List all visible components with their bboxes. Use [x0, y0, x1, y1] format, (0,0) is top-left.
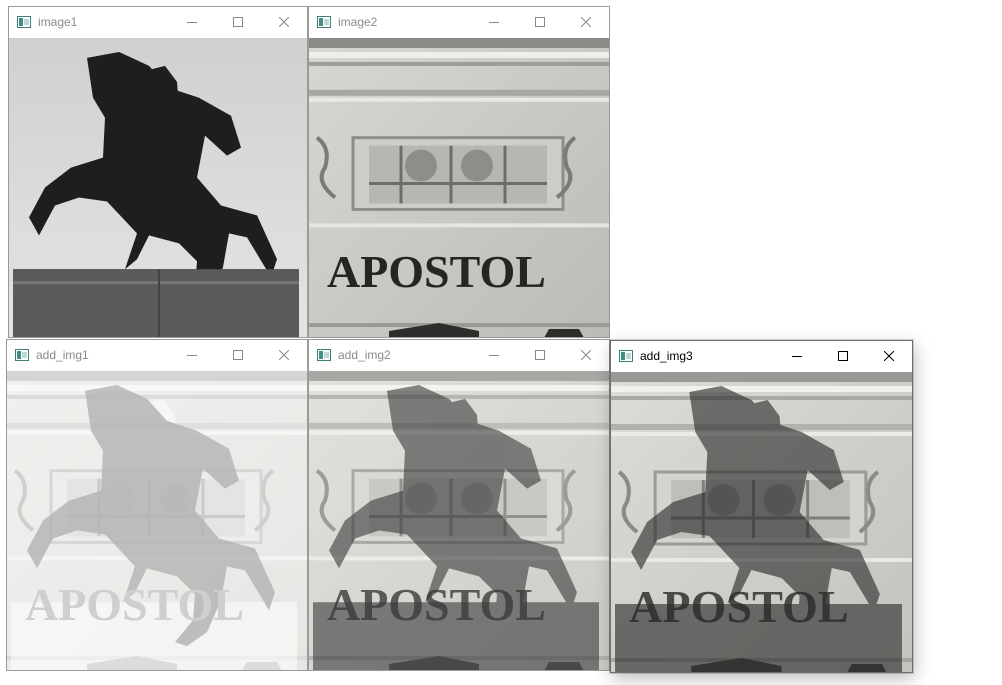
- maximize-button[interactable]: [215, 7, 261, 37]
- image-canvas: APOSTOL: [611, 372, 912, 672]
- image-canvas: APOSTOL: [7, 371, 307, 670]
- window-add-img2[interactable]: add_img2 APOSTOL: [308, 339, 610, 671]
- maximize-button[interactable]: [517, 340, 563, 370]
- maximize-button[interactable]: [820, 341, 866, 371]
- close-icon: [581, 17, 591, 27]
- maximize-button[interactable]: [215, 340, 261, 370]
- maximize-icon: [233, 17, 243, 27]
- maximize-icon: [233, 350, 243, 360]
- building-inscription: APOSTOL: [327, 246, 546, 297]
- image-canvas: [9, 38, 307, 337]
- image-canvas: APOSTOL: [309, 371, 609, 670]
- minimize-icon: [187, 355, 197, 356]
- opencv-window-icon: [17, 16, 31, 28]
- blended-inscription: APOSTOL: [25, 579, 244, 630]
- close-icon: [279, 17, 289, 27]
- opencv-window-icon: [15, 349, 29, 361]
- close-button[interactable]: [563, 340, 609, 370]
- close-icon: [581, 350, 591, 360]
- window-title: image1: [38, 15, 78, 29]
- close-button[interactable]: [261, 340, 307, 370]
- blended-image-mid: APOSTOL: [309, 371, 609, 670]
- window-add-img1[interactable]: add_img1 APOSTOL: [6, 339, 308, 671]
- minimize-icon: [489, 355, 499, 356]
- building-image: APOSTOL: [309, 38, 609, 337]
- opencv-window-icon: [317, 349, 331, 361]
- image-canvas: APOSTOL: [309, 38, 609, 337]
- minimize-button[interactable]: [169, 340, 215, 370]
- maximize-button[interactable]: [517, 7, 563, 37]
- minimize-button[interactable]: [169, 7, 215, 37]
- minimize-icon: [792, 356, 802, 357]
- window-image1[interactable]: image1: [8, 6, 308, 338]
- opencv-window-icon: [317, 16, 331, 28]
- window-title: add_img3: [640, 349, 693, 363]
- window-add-img3[interactable]: add_img3 APOSTOL: [610, 340, 913, 673]
- blended-image-light: APOSTOL: [7, 371, 307, 670]
- close-icon: [884, 351, 894, 361]
- title-bar[interactable]: add_img3: [611, 341, 912, 371]
- minimize-button[interactable]: [774, 341, 820, 371]
- close-button[interactable]: [866, 341, 912, 371]
- title-bar[interactable]: add_img1: [7, 340, 307, 370]
- title-bar[interactable]: add_img2: [309, 340, 609, 370]
- maximize-icon: [535, 350, 545, 360]
- maximize-icon: [535, 17, 545, 27]
- statue-image: [9, 38, 307, 337]
- maximize-icon: [838, 351, 848, 361]
- title-bar[interactable]: image1: [9, 7, 307, 37]
- minimize-button[interactable]: [471, 7, 517, 37]
- title-bar[interactable]: image2: [309, 7, 609, 37]
- window-title: add_img2: [338, 348, 391, 362]
- minimize-icon: [489, 22, 499, 23]
- blended-image-dark: APOSTOL: [611, 372, 912, 672]
- close-button[interactable]: [261, 7, 307, 37]
- close-icon: [279, 350, 289, 360]
- window-title: image2: [338, 15, 378, 29]
- minimize-button[interactable]: [471, 340, 517, 370]
- window-image2[interactable]: image2 APOSTOL: [308, 6, 610, 338]
- minimize-icon: [187, 22, 197, 23]
- opencv-window-icon: [619, 350, 633, 362]
- window-title: add_img1: [36, 348, 89, 362]
- close-button[interactable]: [563, 7, 609, 37]
